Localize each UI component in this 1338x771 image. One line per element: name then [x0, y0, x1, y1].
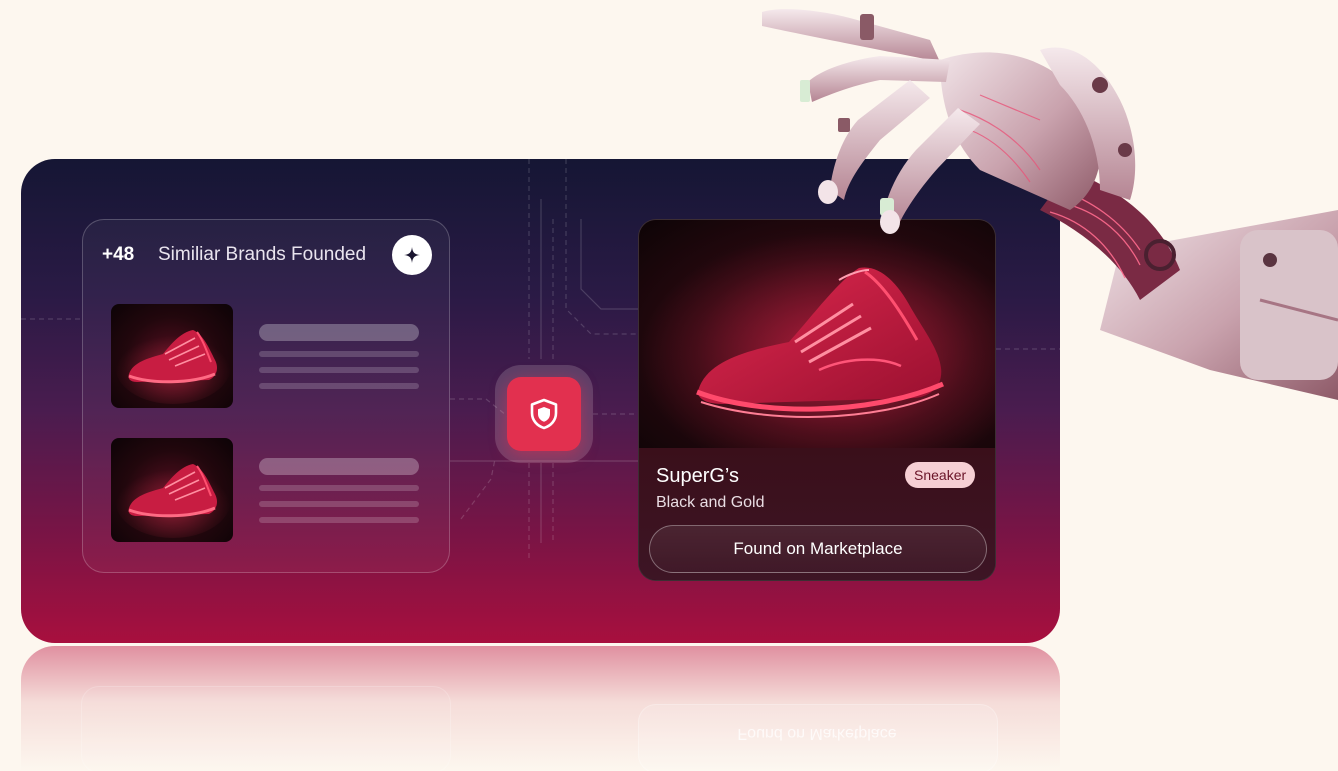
skeleton-line: [259, 351, 419, 357]
sparkle-plus-icon: [404, 247, 420, 263]
brands-count: +48: [102, 244, 135, 265]
skeleton-line: [259, 517, 419, 523]
product-info: SuperG’s Black and Gold Sneaker Found on…: [639, 448, 995, 580]
category-badge: Sneaker: [905, 462, 976, 488]
brand-thumbnail[interactable]: [111, 304, 233, 408]
sneaker-image: [115, 328, 231, 404]
verify-button[interactable]: [507, 377, 581, 451]
panel-reflection: Found on Marketplace: [21, 646, 1060, 771]
robot-hand-image: [762, 9, 1338, 400]
skeleton-line: [259, 501, 419, 507]
brand-thumbnail[interactable]: [111, 438, 233, 542]
stage: Found on Marketplace +48 Similiar Brands…: [0, 0, 1338, 771]
shield-icon: [530, 398, 558, 430]
add-brand-button[interactable]: [392, 235, 432, 275]
product-name: SuperG’s: [656, 465, 740, 487]
similar-brands-card: +48 Similiar Brands Founded: [82, 219, 450, 573]
brands-title: Similiar Brands Founded: [158, 244, 367, 265]
skeleton-title: [259, 324, 419, 341]
skeleton-title: [259, 458, 419, 475]
shield-container: [495, 365, 593, 463]
found-on-marketplace-button[interactable]: Found on Marketplace: [649, 525, 987, 573]
sneaker-image: [115, 462, 231, 538]
reflection-brands-card: [81, 686, 451, 771]
skeleton-line: [259, 367, 419, 373]
skeleton-line: [259, 485, 419, 491]
skeleton-line: [259, 383, 419, 389]
reflection-text: Found on Marketplace: [737, 725, 897, 742]
product-subtitle: Black and Gold: [656, 494, 765, 511]
